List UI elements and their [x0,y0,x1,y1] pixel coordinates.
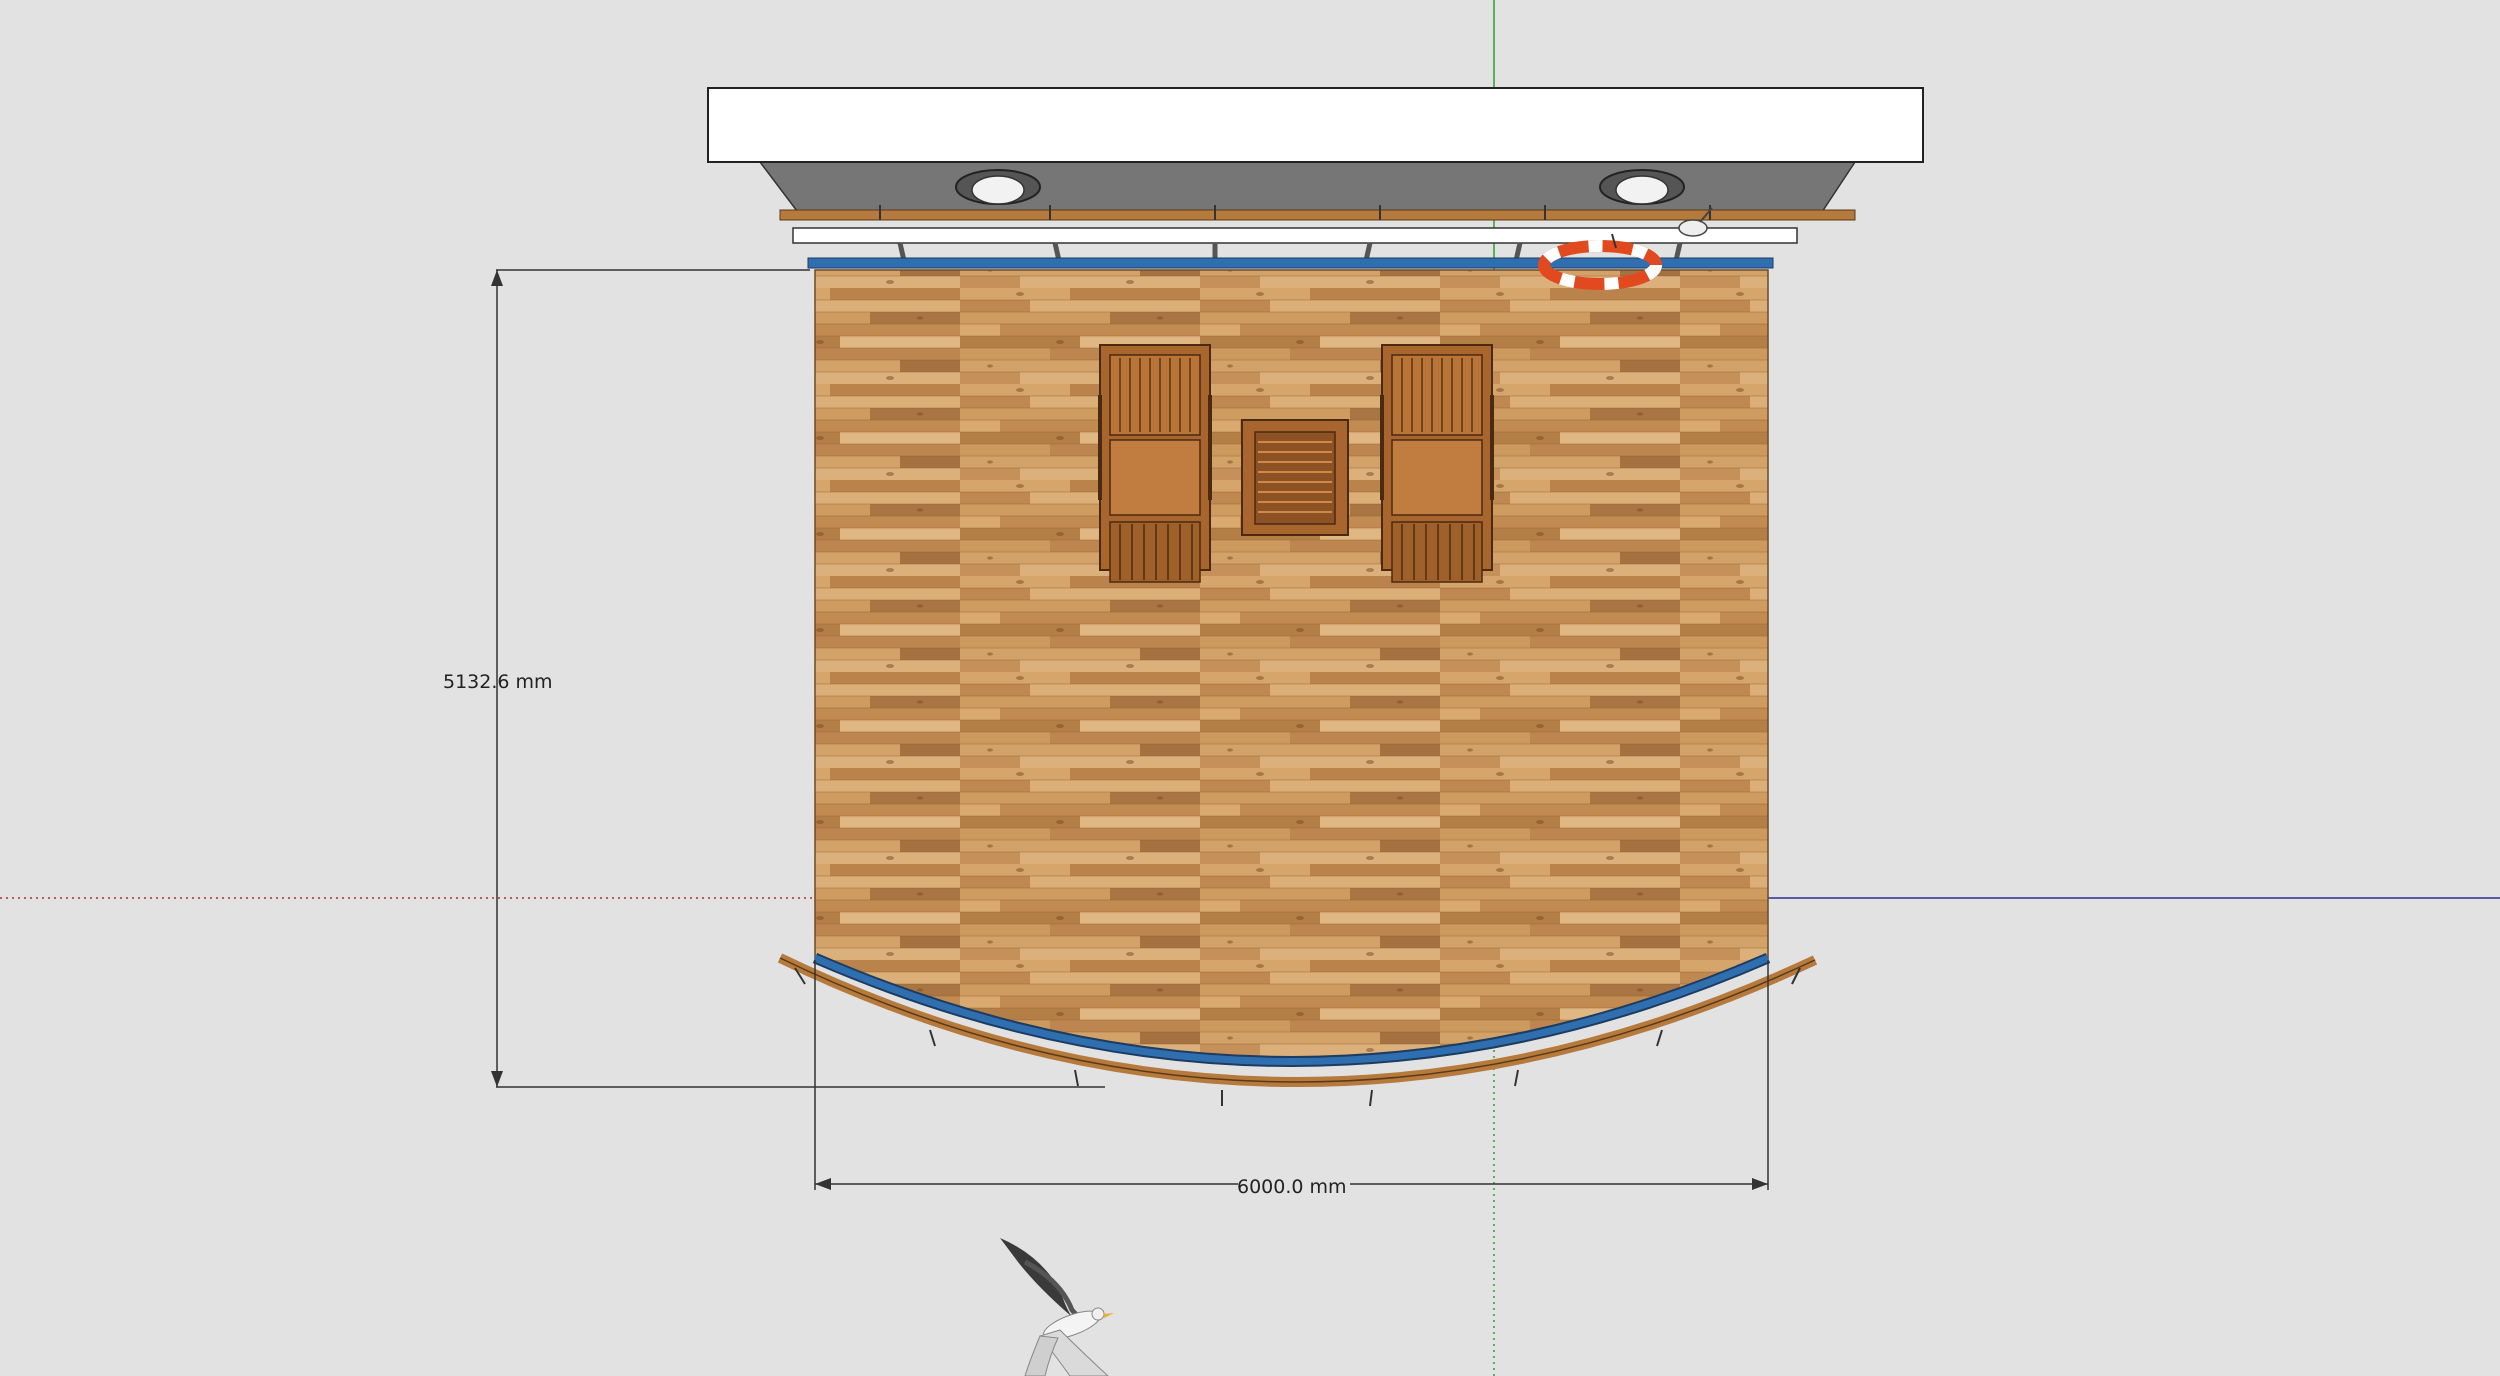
ceiling-light-icon[interactable] [1599,169,1685,205]
side-table-icon[interactable] [1241,419,1349,536]
width-dimension-label: 6000.0 mm [1237,1176,1347,1198]
deck-floor[interactable] [814,269,1769,1061]
sketchup-viewport[interactable]: 5132.6 mm 6000.0 mm [0,0,2500,1376]
canopy-soffit [758,161,1857,216]
seagull-icon[interactable] [1000,1238,1114,1376]
lounge-chair-icon[interactable] [1098,344,1212,583]
lounge-chair-icon[interactable] [1380,344,1494,583]
canopy[interactable] [707,87,1924,266]
ceiling-light-icon[interactable] [955,169,1041,205]
canopy-fascia [792,227,1798,244]
depth-dimension-label: 5132.6 mm [443,671,553,693]
top-rail [807,257,1774,269]
canopy-beam [779,209,1856,221]
canopy-roof [707,87,1924,163]
